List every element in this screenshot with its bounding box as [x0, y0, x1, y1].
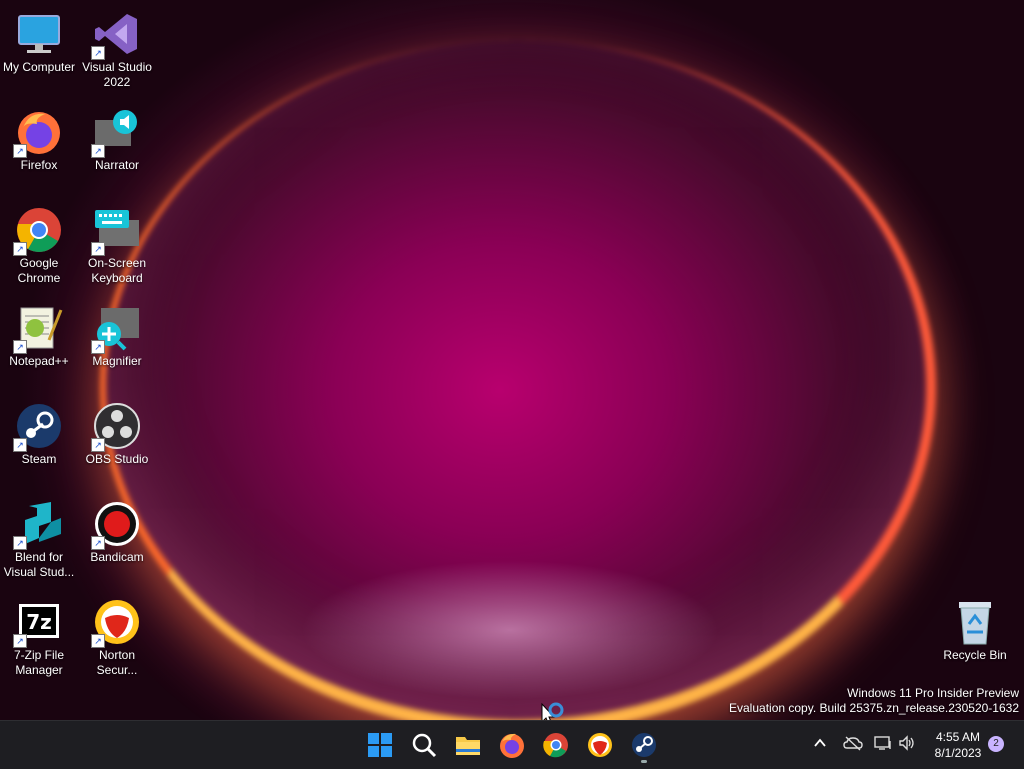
icon-label: My Computer [2, 60, 76, 74]
network-status[interactable] [874, 735, 892, 754]
wallpaper-arc [100, 40, 936, 734]
icon-label: Firefox [20, 158, 58, 172]
icon-label: Notepad++ [9, 354, 69, 368]
volume-control[interactable] [898, 735, 916, 754]
clock-button[interactable]: 4:55 AM 8/1/2023 [926, 729, 990, 761]
shortcut-arrow-icon: ↗ [13, 144, 27, 158]
desktop-icon-recycle-bin[interactable]: Recycle Bin [936, 592, 1014, 663]
norton-icon: ↗ [91, 598, 141, 648]
taskbar-norton[interactable] [586, 731, 614, 759]
cloud-offline-icon [843, 736, 863, 751]
desktop-icon-visual-studio[interactable]: ↗ Visual Studio 2022 [78, 4, 156, 90]
desktop-icon-chrome[interactable]: ↗ Google Chrome [0, 200, 78, 286]
taskbar [0, 720, 1024, 769]
desktop-icon-notepadpp[interactable]: ↗ Notepad++ [0, 298, 78, 369]
shortcut-arrow-icon: ↗ [91, 340, 105, 354]
steam-icon: ↗ [13, 402, 63, 452]
clock-date: 8/1/2023 [934, 746, 982, 760]
shortcut-arrow-icon: ↗ [91, 634, 105, 648]
clock-time: 4:55 AM [935, 730, 981, 744]
shortcut-arrow-icon: ↗ [13, 634, 27, 648]
steam-icon [632, 733, 656, 757]
blend-icon: ↗ [13, 500, 63, 550]
narrator-icon: ↗ [91, 108, 141, 158]
shortcut-arrow-icon: ↗ [91, 438, 105, 452]
taskbar-file-explorer[interactable] [454, 731, 482, 759]
taskbar-steam[interactable] [630, 731, 658, 763]
bandicam-icon: ↗ [91, 500, 141, 550]
notification-badge[interactable]: 2 [988, 736, 1004, 752]
icon-label: 7-Zip File Manager [13, 648, 64, 677]
search-button[interactable] [410, 731, 438, 759]
taskbar-firefox[interactable] [498, 731, 526, 759]
svg-text:7z: 7z [26, 610, 52, 634]
chevron-up-icon [814, 738, 826, 747]
shortcut-arrow-icon: ↗ [13, 438, 27, 452]
chrome-icon [543, 733, 568, 758]
firefox-icon: ↗ [13, 108, 63, 158]
icon-label: Google Chrome [17, 256, 61, 285]
watermark-build: Evaluation copy. Build 25375.zn_release.… [729, 701, 1019, 715]
shortcut-arrow-icon: ↗ [91, 46, 105, 60]
desktop-icon-bandicam[interactable]: ↗ Bandicam [78, 494, 156, 565]
desktop-icon-obs[interactable]: ↗ OBS Studio [78, 396, 156, 467]
desktop-icon-blend[interactable]: ↗ Blend for Visual Stud... [0, 494, 78, 580]
network-icon [874, 736, 891, 750]
norton-icon [588, 733, 612, 757]
keyboard-icon: ↗ [91, 206, 141, 256]
desktop-icon-steam[interactable]: ↗ Steam [0, 396, 78, 467]
icon-label: Narrator [94, 158, 139, 172]
icon-label: Blend for Visual Stud... [3, 550, 75, 579]
desktop-icon-on-screen-keyboard[interactable]: ↗ On-Screen Keyboard [78, 200, 156, 286]
speaker-icon [899, 735, 914, 751]
search-icon [412, 733, 437, 758]
start-icon [368, 733, 392, 757]
desktop-icon-7zip[interactable]: 7z ↗ 7-Zip File Manager [0, 592, 78, 678]
show-hidden-icons-button[interactable] [812, 735, 828, 754]
icon-label: Recycle Bin [943, 648, 1007, 662]
magnifier-icon: ↗ [91, 304, 141, 354]
file-explorer-icon [456, 737, 480, 755]
desktop-icon-magnifier[interactable]: ↗ Magnifier [78, 298, 156, 369]
start-button[interactable] [366, 731, 394, 759]
windows-watermark: Windows 11 Pro Insider Preview Evaluatio… [729, 686, 1019, 716]
firefox-icon [500, 733, 524, 758]
chrome-icon: ↗ [13, 206, 63, 256]
desktop-icon-firefox[interactable]: ↗ Firefox [0, 102, 78, 173]
watermark-edition: Windows 11 Pro Insider Preview [847, 686, 1019, 700]
notepadpp-icon: ↗ [13, 304, 63, 354]
taskbar-chrome[interactable] [542, 731, 570, 759]
icon-label: Magnifier [92, 354, 142, 368]
7zip-icon: 7z ↗ [13, 598, 63, 648]
desktop-icon-norton[interactable]: ↗ Norton Secur... [78, 592, 156, 678]
computer-icon [15, 10, 63, 58]
obs-icon: ↗ [91, 402, 141, 452]
shortcut-arrow-icon: ↗ [13, 242, 27, 256]
onedrive-status[interactable] [843, 735, 863, 754]
shortcut-arrow-icon: ↗ [91, 242, 105, 256]
running-indicator [641, 760, 647, 763]
icon-label: OBS Studio [85, 452, 149, 466]
shortcut-arrow-icon: ↗ [91, 144, 105, 158]
icon-label: Norton Secur... [96, 648, 138, 677]
wallpaper-glow [300, 560, 720, 700]
icon-label: Bandicam [90, 550, 144, 564]
shortcut-arrow-icon: ↗ [91, 536, 105, 550]
desktop: { "desktop_icons": [ {"label": "My Compu… [0, 0, 1024, 769]
icon-label: On-Screen Keyboard [87, 256, 147, 285]
desktop-icon-my-computer[interactable]: My Computer [0, 4, 78, 75]
shortcut-arrow-icon: ↗ [13, 536, 27, 550]
recycle-bin-icon [951, 598, 999, 646]
visual-studio-icon: ↗ [91, 10, 141, 60]
icon-label: Steam [21, 452, 57, 466]
desktop-icon-narrator[interactable]: ↗ Narrator [78, 102, 156, 173]
icon-label: Visual Studio 2022 [82, 60, 152, 89]
shortcut-arrow-icon: ↗ [13, 340, 27, 354]
